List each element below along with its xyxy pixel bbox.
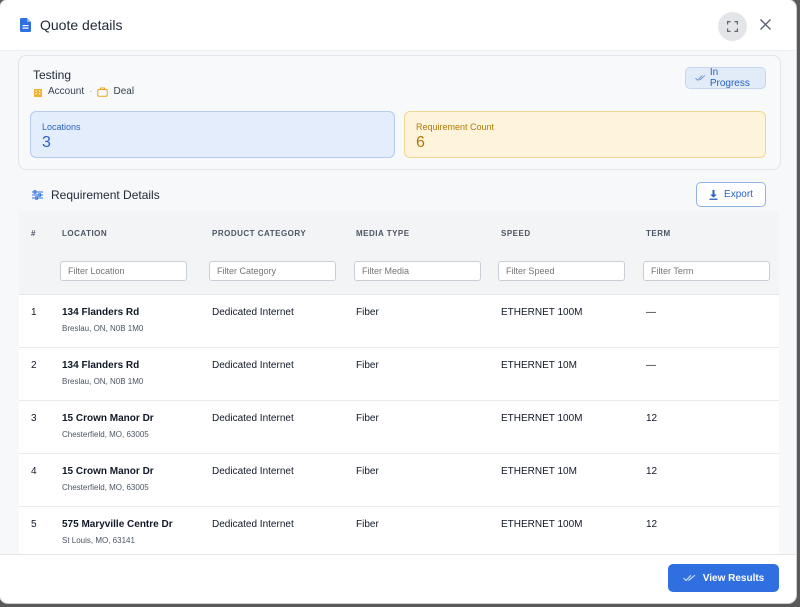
- term: 12: [646, 413, 658, 424]
- filter-location-input[interactable]: [60, 261, 187, 281]
- locations-stat-card: Locations 3: [30, 111, 395, 158]
- media-type: Fiber: [356, 519, 379, 530]
- table-row[interactable]: 1 134 Flanders Rd Breslau, ON, N0B 1M0 D…: [19, 295, 779, 348]
- requirement-count-stat-card: Requirement Count 6: [404, 111, 766, 158]
- filter-category-input[interactable]: [209, 261, 336, 281]
- row-number: 4: [31, 466, 37, 477]
- product-category: Dedicated Internet: [212, 413, 294, 424]
- term: —: [646, 307, 656, 318]
- export-button[interactable]: Export: [696, 182, 766, 207]
- location-address: 134 Flanders Rd: [62, 307, 140, 318]
- location-city: Chesterfield, MO, 63005: [62, 483, 149, 492]
- expand-icon: [727, 21, 738, 32]
- quote-summary-card: Testing Account · Deal In Progress Locat…: [18, 55, 781, 170]
- term: 12: [646, 519, 658, 530]
- location-address: 15 Crown Manor Dr: [62, 413, 154, 424]
- modal-footer: View Results: [0, 554, 796, 603]
- requirements-table: # LOCATION PRODUCT CATEGORY MEDIA TYPE S…: [19, 211, 779, 554]
- breadcrumb-separator: ·: [89, 86, 93, 97]
- location-city: Breslau, ON, N0B 1M0: [62, 324, 144, 333]
- product-category: Dedicated Internet: [212, 307, 294, 318]
- location-address: 134 Flanders Rd: [62, 360, 140, 371]
- view-results-button[interactable]: View Results: [668, 564, 779, 592]
- breadcrumb: Account · Deal: [33, 86, 134, 97]
- product-category: Dedicated Internet: [212, 360, 294, 371]
- column-header-number: #: [31, 229, 36, 238]
- table-row[interactable]: 3 15 Crown Manor Dr Chesterfield, MO, 63…: [19, 401, 779, 454]
- column-header-term[interactable]: TERM: [646, 229, 671, 238]
- briefcase-icon: [97, 87, 109, 97]
- term: 12: [646, 466, 658, 477]
- requirement-count-label: Requirement Count: [416, 122, 495, 132]
- product-category: Dedicated Internet: [212, 519, 294, 530]
- locations-value: 3: [42, 134, 51, 151]
- media-type: Fiber: [356, 307, 379, 318]
- speed: ETHERNET 100M: [501, 413, 583, 424]
- table-row[interactable]: 4 15 Crown Manor Dr Chesterfield, MO, 63…: [19, 454, 779, 507]
- row-number: 3: [31, 413, 37, 424]
- export-label: Export: [724, 189, 753, 200]
- download-icon: [709, 189, 718, 200]
- location-address: 15 Crown Manor Dr: [62, 466, 154, 477]
- quote-name: Testing: [33, 68, 72, 82]
- speed: ETHERNET 100M: [501, 519, 583, 530]
- expand-button[interactable]: [718, 12, 747, 41]
- speed: ETHERNET 10M: [501, 360, 577, 371]
- column-header-media-type[interactable]: MEDIA TYPE: [356, 229, 410, 238]
- requirement-details-heading: Requirement Details: [32, 188, 160, 202]
- row-number: 2: [31, 360, 37, 371]
- speed: ETHERNET 100M: [501, 307, 583, 318]
- column-header-location[interactable]: LOCATION: [62, 229, 107, 238]
- location-city: St Louis, MO, 63141: [62, 536, 135, 545]
- speed: ETHERNET 10M: [501, 466, 577, 477]
- section-title: Requirement Details: [51, 188, 160, 202]
- requirement-count-value: 6: [416, 134, 425, 151]
- quote-details-modal: Quote details Testing Account · Deal In …: [0, 0, 796, 603]
- breadcrumb-deal[interactable]: Deal: [113, 86, 134, 97]
- term: —: [646, 360, 656, 371]
- location-city: Breslau, ON, N0B 1M0: [62, 377, 144, 386]
- sliders-icon: [32, 190, 43, 200]
- table-header: # LOCATION PRODUCT CATEGORY MEDIA TYPE S…: [19, 211, 779, 295]
- close-icon[interactable]: [758, 17, 773, 32]
- modal-header: Quote details: [0, 0, 796, 51]
- media-type: Fiber: [356, 413, 379, 424]
- filter-speed-input[interactable]: [498, 261, 625, 281]
- column-header-product-category[interactable]: PRODUCT CATEGORY: [212, 229, 306, 238]
- location-city: Chesterfield, MO, 63005: [62, 430, 149, 439]
- breadcrumb-account[interactable]: Account: [48, 86, 84, 97]
- row-number: 5: [31, 519, 37, 530]
- status-text: In Progress: [709, 67, 750, 89]
- building-icon: [34, 88, 42, 97]
- product-category: Dedicated Internet: [212, 466, 294, 477]
- row-number: 1: [31, 307, 37, 318]
- media-type: Fiber: [356, 360, 379, 371]
- modal-title: Quote details: [40, 17, 123, 33]
- table-row[interactable]: 2 134 Flanders Rd Breslau, ON, N0B 1M0 D…: [19, 348, 779, 401]
- location-address: 575 Maryville Centre Dr: [62, 519, 173, 530]
- document-icon: [20, 18, 31, 32]
- status-badge: In Progress: [685, 67, 766, 89]
- filter-media-input[interactable]: [354, 261, 481, 281]
- view-results-label: View Results: [702, 572, 765, 584]
- double-check-icon: [695, 75, 706, 81]
- double-check-icon: [682, 574, 696, 582]
- media-type: Fiber: [356, 466, 379, 477]
- column-header-speed[interactable]: SPEED: [501, 229, 531, 238]
- table-row[interactable]: 5 575 Maryville Centre Dr St Louis, MO, …: [19, 507, 779, 554]
- filter-term-input[interactable]: [643, 261, 770, 281]
- locations-label: Locations: [42, 122, 81, 132]
